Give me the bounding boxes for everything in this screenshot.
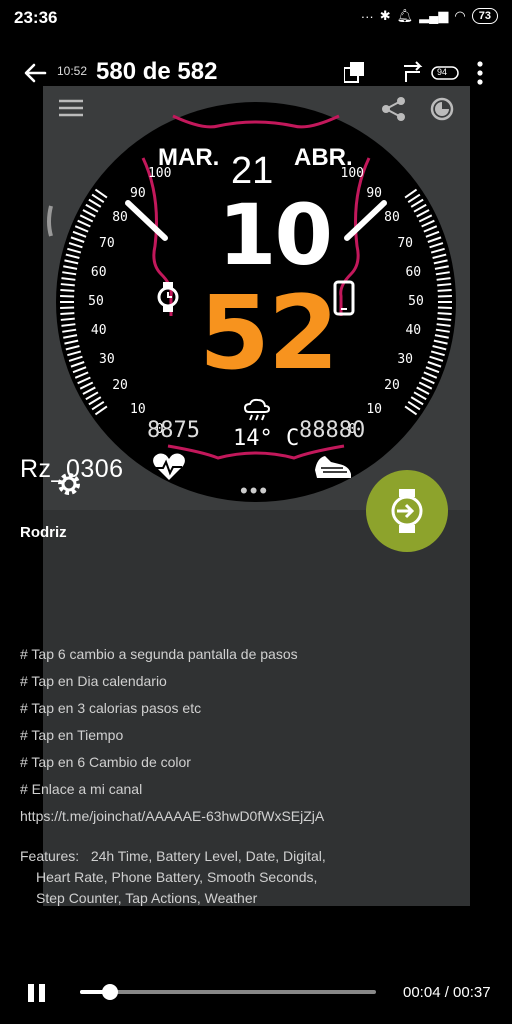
progress-track[interactable]	[80, 990, 376, 994]
time-readout: 00:04 / 00:37	[403, 984, 491, 1001]
scale-label-left: 80	[112, 209, 128, 225]
features-block: Features: 24h Time, Battery Level, Date,…	[20, 846, 380, 909]
scale-label-left: 90	[130, 186, 146, 202]
back-arrow-icon[interactable]	[22, 60, 48, 86]
left-digits[interactable]: 8875	[147, 418, 200, 443]
status-time: 23:36	[14, 8, 58, 27]
more-icon[interactable]	[472, 60, 488, 86]
scale-label-right: 20	[384, 378, 400, 394]
signal-icon: ▂▄▆	[419, 8, 449, 23]
weather-temp[interactable]: 14° C	[233, 426, 299, 451]
desc-line-6: # Enlace a mi canal	[20, 781, 143, 797]
heart-rate-icon[interactable]	[152, 452, 186, 487]
alarm-icon: 🔔︎	[396, 8, 414, 23]
scale-label-right: 40	[405, 323, 422, 339]
month2-label[interactable]: ABR.	[294, 144, 353, 172]
watchface-name: Rz_0306	[20, 455, 124, 483]
theme-icon[interactable]	[429, 96, 455, 127]
cloud-rain-icon	[243, 398, 271, 427]
watch-small-icon[interactable]	[156, 282, 180, 317]
small-battery-text: 94	[437, 67, 448, 77]
features-line-1: 24h Time, Battery Level, Date, Digital,	[90, 848, 326, 864]
install-watchface-button[interactable]	[366, 470, 448, 552]
desc-line-4: # Tap en Tiempo	[20, 727, 124, 743]
share-icon[interactable]	[381, 96, 407, 127]
desc-line-1: # Tap 6 cambio a segunda pantalla de pas…	[20, 646, 298, 662]
hour-digits: 10	[218, 186, 333, 284]
author-name[interactable]: Rodriz	[20, 524, 67, 541]
page-title: 580 de 582	[96, 58, 218, 85]
desc-line-3: # Tap en 3 calorias pasos etc	[20, 700, 202, 716]
scale-label-left: 10	[130, 401, 146, 417]
wifi-icon: ◠	[454, 8, 466, 23]
desc-line-2: # Tap en Dia calendario	[20, 673, 167, 689]
channel-link[interactable]: https://t.me/joinchat/AAAAAE-63hwD0fWxSE…	[20, 808, 324, 824]
scale-label-right: 90	[366, 186, 382, 202]
battery-badge: 73	[471, 8, 498, 24]
scale-label-left: 60	[90, 264, 107, 280]
scale-label-right: 50	[408, 294, 424, 309]
scale-label-right: 80	[384, 209, 400, 225]
scale-label-right: 70	[397, 236, 413, 252]
page-dots: •••	[240, 478, 270, 503]
scale-label-left: 20	[112, 378, 128, 394]
progress-thumb[interactable]	[101, 984, 118, 1000]
scale-label-right: 60	[405, 264, 422, 280]
month-label[interactable]: MAR.	[158, 144, 219, 172]
phone-icon[interactable]	[333, 280, 355, 321]
more-dots-icon: ···	[360, 8, 374, 24]
scale-label-right: 10	[366, 401, 382, 417]
right-digits[interactable]: 88880	[299, 418, 365, 443]
features-line-3: Step Counter, Tap Actions, Weather	[36, 890, 258, 906]
bluetooth-icon: ✱	[379, 8, 391, 23]
header-time: 10:52	[57, 64, 88, 78]
pause-icon[interactable]	[26, 982, 48, 1009]
watch-install-icon	[391, 489, 423, 533]
menu-icon[interactable]	[59, 98, 83, 123]
steps-shoe-icon[interactable]	[313, 450, 353, 487]
minute-digits: 52	[199, 274, 339, 393]
status-icons: ··· ✱ 🔔︎ ▂▄▆ ◠ 73	[361, 8, 498, 24]
watch-preview: 100 90 80 70 60 50 40 30 20 10 0 100 90 80 70 60 50 40 30 2…	[43, 86, 470, 516]
scale-label-left: 30	[99, 351, 115, 367]
scale-label-right: 30	[397, 351, 413, 367]
scale-label-left: 70	[99, 236, 115, 252]
scale-label-left: 50	[88, 294, 104, 309]
features-label: Features:	[20, 848, 80, 864]
scale-label-left: 40	[90, 323, 107, 339]
features-line-2: Heart Rate, Phone Battery, Smooth Second…	[36, 869, 318, 885]
desc-line-5: # Tap en 6 Cambio de color	[20, 754, 191, 770]
